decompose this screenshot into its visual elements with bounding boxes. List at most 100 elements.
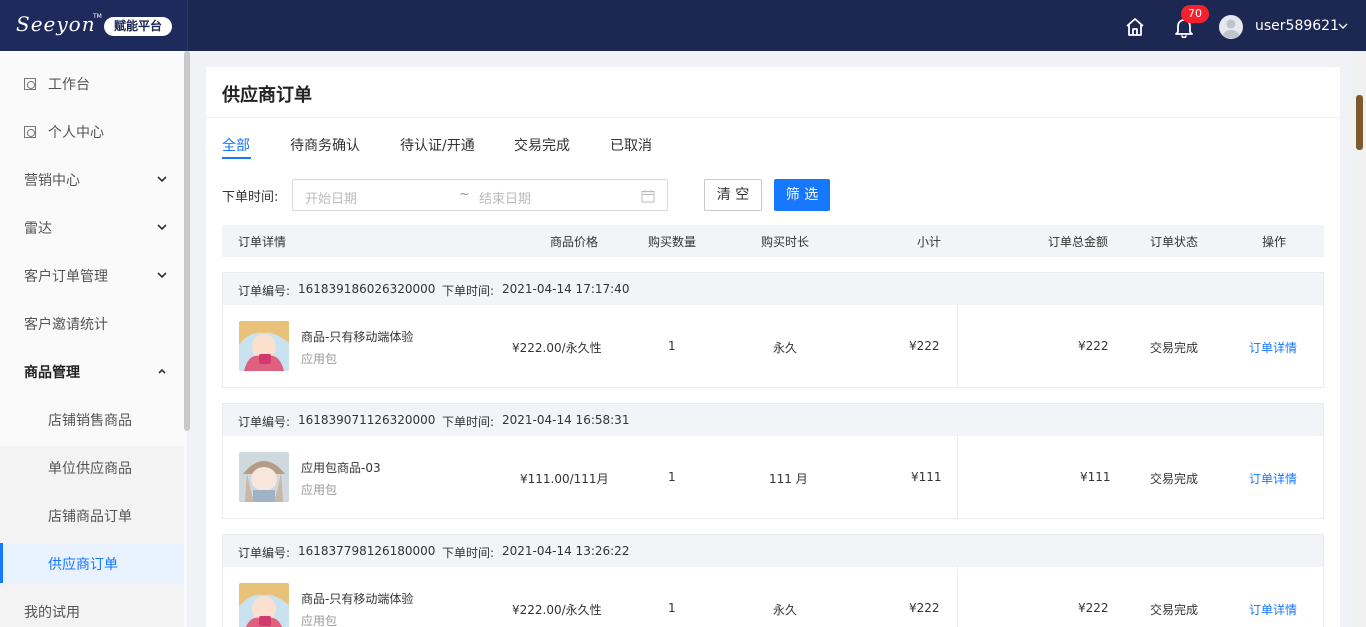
product-thumbnail[interactable] <box>239 452 289 502</box>
logo-area[interactable]: Seeyon TM 赋能平台 <box>0 0 188 51</box>
table-header: 订单详情 商品价格 购买数量 购买时长 小计 订单总金额 订单状态 操作 <box>222 225 1324 257</box>
sidebar-item-radar[interactable]: 雷达 <box>0 203 184 251</box>
duration: 永久 <box>773 603 798 617</box>
chevron-down-icon[interactable] <box>1337 20 1349 32</box>
sidebar-item-label: 客户邀请统计 <box>24 317 108 333</box>
product-name[interactable]: 商品-只有移动端体验 <box>301 590 413 607</box>
order-time-label: 下单时间: <box>222 190 279 205</box>
column-divider <box>957 305 958 387</box>
sidebar-item-product-management[interactable]: 商品管理 <box>0 347 184 395</box>
avatar-icon <box>1222 19 1240 38</box>
sidebar-item-personal-center[interactable]: 个人中心 <box>0 107 184 155</box>
order-time: 2021-04-14 17:17:40 <box>502 282 630 296</box>
tab-pending-business[interactable]: 待商务确认 <box>290 135 360 155</box>
column-divider <box>957 567 958 627</box>
product-name[interactable]: 商品-只有移动端体验 <box>301 328 413 345</box>
clear-button[interactable]: 清 空 <box>704 179 762 211</box>
product-type: 应用包 <box>301 483 338 497</box>
sidebar-item-marketing[interactable]: 营销中心 <box>0 155 184 203</box>
order-time-label: 下单时间: <box>442 546 495 560</box>
product-type: 应用包 <box>301 614 338 627</box>
product-image-icon <box>239 321 289 371</box>
filter-button[interactable]: 筛 选 <box>774 179 830 211</box>
logo-tm: TM <box>93 13 102 20</box>
order-header: 订单编号: 161837798126180000 下单时间: 2021-04-1… <box>223 535 1323 567</box>
tab-cancelled[interactable]: 已取消 <box>610 135 652 155</box>
order-header: 订单编号: 161839071126320000 下单时间: 2021-04-1… <box>223 404 1323 436</box>
order-status: 交易完成 <box>1150 603 1199 617</box>
sidebar-item-label: 店铺商品订单 <box>48 509 132 525</box>
sidebar-item-workbench[interactable]: 工作台 <box>0 59 184 107</box>
chevron-down-icon <box>157 224 167 231</box>
workbench-icon <box>24 78 36 90</box>
col-quantity: 购买数量 <box>648 235 697 249</box>
price: ¥111.00/111月 <box>520 472 609 486</box>
order-no: 161839186026320000 <box>298 282 436 296</box>
order-no-label: 订单编号: <box>238 415 291 429</box>
sidebar-item-customer-orders[interactable]: 客户订单管理 <box>0 251 184 299</box>
tab-completed[interactable]: 交易完成 <box>514 135 570 155</box>
order-time-label: 下单时间: <box>442 415 495 429</box>
sidebar-item-label: 我的试用 <box>24 605 80 621</box>
page-title: 供应商订单 <box>222 85 312 106</box>
subtotal: ¥111 <box>911 470 942 484</box>
page-scrollbar-thumb[interactable] <box>1356 95 1363 150</box>
main-panel: 供应商订单 全部 待商务确认 待认证/开通 交易完成 已取消 下单时间: 开始日… <box>206 67 1340 627</box>
date-range-picker[interactable]: 开始日期 ~ 结束日期 <box>292 179 668 211</box>
sidebar-scrollbar[interactable] <box>184 51 190 431</box>
home-icon[interactable] <box>1124 16 1146 38</box>
product-image-icon <box>239 583 289 627</box>
sidebar-item-store-orders[interactable]: 店铺商品订单 <box>0 491 184 539</box>
sidebar-item-my-trial[interactable]: 我的试用 <box>0 587 184 627</box>
notification-badge: 70 <box>1181 5 1209 23</box>
sidebar-item-store-products[interactable]: 店铺销售商品 <box>0 395 184 443</box>
username[interactable]: user589621 <box>1255 18 1339 34</box>
avatar[interactable] <box>1219 15 1243 39</box>
product-thumbnail[interactable] <box>239 321 289 371</box>
end-date-input[interactable]: 结束日期 <box>479 188 531 207</box>
price: ¥222.00/永久性 <box>512 341 602 355</box>
quantity: 1 <box>668 339 676 353</box>
product-name[interactable]: 应用包商品-03 <box>301 459 381 476</box>
start-date-input[interactable]: 开始日期 <box>305 188 357 207</box>
tab-pending-auth[interactable]: 待认证/开通 <box>400 135 475 155</box>
order-status: 交易完成 <box>1150 341 1199 355</box>
chevron-down-icon <box>157 272 167 279</box>
order-time: 2021-04-14 16:58:31 <box>502 413 630 427</box>
active-tab-indicator <box>222 157 251 159</box>
tab-all[interactable]: 全部 <box>222 135 250 155</box>
sidebar-item-label: 单位供应商品 <box>48 461 132 477</box>
subtotal: ¥222 <box>909 339 940 353</box>
order-detail-link[interactable]: 订单详情 <box>1249 339 1297 356</box>
sidebar-item-label: 营销中心 <box>24 173 80 189</box>
user-center-icon <box>24 126 36 138</box>
price: ¥222.00/永久性 <box>512 603 602 617</box>
order-header: 订单编号: 161839186026320000 下单时间: 2021-04-1… <box>223 273 1323 305</box>
col-status: 订单状态 <box>1150 235 1199 249</box>
sidebar-item-unit-products[interactable]: 单位供应商品 <box>0 443 184 491</box>
order-no: 161837798126180000 <box>298 544 436 558</box>
col-action: 操作 <box>1262 235 1287 249</box>
sidebar-item-invite-stats[interactable]: 客户邀请统计 <box>0 299 184 347</box>
order-detail-link[interactable]: 订单详情 <box>1249 601 1297 618</box>
order-time-label: 下单时间: <box>442 284 495 298</box>
seeyon-logo: Seeyon <box>16 12 96 36</box>
product-thumbnail[interactable] <box>239 583 289 627</box>
divider <box>206 117 1340 118</box>
col-order-detail: 订单详情 <box>238 235 287 249</box>
order-no-label: 订单编号: <box>238 284 291 298</box>
sidebar-item-label: 客户订单管理 <box>24 269 108 285</box>
sidebar-item-supplier-orders[interactable]: 供应商订单 <box>0 543 184 583</box>
col-price: 商品价格 <box>550 235 599 249</box>
top-bar: Seeyon TM 赋能平台 70 user589621 <box>0 0 1366 51</box>
chevron-up-icon <box>158 368 166 374</box>
platform-badge: 赋能平台 <box>104 17 173 36</box>
sidebar-item-label: 雷达 <box>24 221 52 237</box>
order-detail-link[interactable]: 订单详情 <box>1249 470 1297 487</box>
col-duration: 购买时长 <box>761 235 810 249</box>
quantity: 1 <box>668 470 676 484</box>
sidebar-item-label: 店铺销售商品 <box>48 413 132 429</box>
sidebar-item-label: 工作台 <box>48 77 90 93</box>
total: ¥111 <box>1080 470 1111 484</box>
total: ¥222 <box>1078 601 1109 615</box>
